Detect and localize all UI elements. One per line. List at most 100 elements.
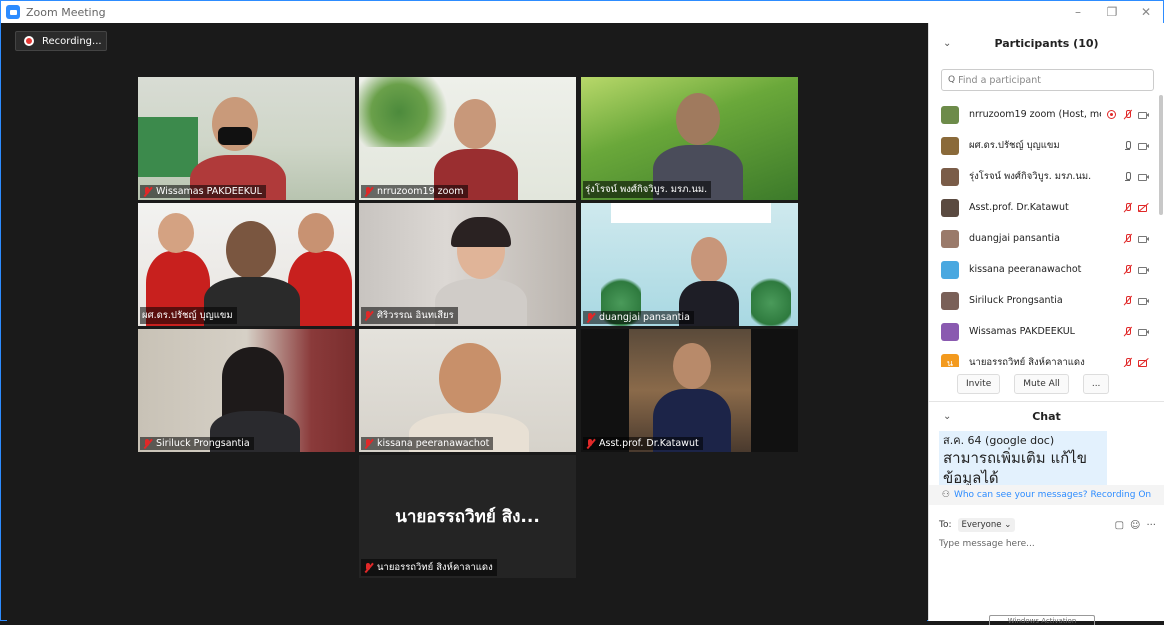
video-tile[interactable]: Asst.prof. Dr.Katawut (581, 329, 798, 452)
tile-name-label: นายอรรถวิทย์ สิงห์คาลาแดง (361, 559, 497, 576)
person-head (439, 343, 501, 413)
people-icon: ⚇ (941, 490, 950, 500)
video-gallery: Recording... Wissamas PAKDEEKUL nrruzoom… (7, 23, 927, 621)
mic-muted-icon[interactable] (1122, 202, 1133, 213)
participant-name: kissana peeranawachot (969, 264, 1082, 275)
person-head (454, 99, 496, 149)
participant-avatar (941, 198, 959, 217)
tile-name-label: Wissamas PAKDEEKUL (140, 185, 266, 198)
mic-muted-icon[interactable] (1122, 295, 1133, 306)
video-tile[interactable]: kissana peeranawachot (359, 329, 576, 452)
file-icon[interactable]: ▢ (1115, 520, 1124, 531)
video-tile[interactable]: รุ่งโรจน์ พงศ์กิจวิบูร. มรภ.นม. (581, 77, 798, 200)
video-tile-active-speaker[interactable]: ผศ.ดร.ปรัชญ์ บุญแขม (138, 203, 355, 326)
who-can-see-link[interactable]: ⚇ Who can see your messages? Recording O… (929, 485, 1164, 505)
video-tile[interactable]: ศิริวรรณ อินทเสียร (359, 203, 576, 326)
camera-icon[interactable] (1138, 233, 1149, 244)
participant-row[interactable]: Wissamas PAKDEEKUL (929, 316, 1153, 347)
emoji-icon[interactable]: ☺ (1130, 520, 1140, 531)
video-tile[interactable]: Wissamas PAKDEEKUL (138, 77, 355, 200)
video-tile[interactable]: nrruzoom19 zoom (359, 77, 576, 200)
mic-icon[interactable] (1122, 140, 1133, 151)
video-feed (138, 77, 355, 200)
camera-icon[interactable] (1138, 264, 1149, 275)
mic-muted-icon (142, 438, 152, 449)
participant-search-input[interactable]: Q Find a participant (941, 69, 1154, 91)
participant-row[interactable]: Asst.prof. Dr.Katawut (929, 192, 1153, 223)
participant-avatar (941, 167, 959, 186)
participant-avatar (941, 260, 959, 279)
mic-muted-icon[interactable] (1122, 264, 1133, 275)
chat-message-input[interactable]: Type message here... (929, 539, 1164, 549)
participant-avatar (941, 105, 959, 124)
face-mask (218, 127, 252, 145)
participants-title: Participants (10) (994, 36, 1099, 50)
tile-name-label: nrruzoom19 zoom (361, 185, 468, 198)
collapse-chat-button[interactable]: ⌄ (943, 411, 951, 422)
participant-name: duangjai pansantia (969, 233, 1060, 244)
to-label: To: (939, 520, 952, 530)
activation-watermark: Windows Activation (989, 615, 1095, 625)
participant-avatar (941, 136, 959, 155)
recording-label: Recording... (42, 35, 102, 47)
camera-icon[interactable] (1138, 140, 1149, 151)
mic-icon[interactable] (1122, 171, 1133, 182)
participant-row[interactable]: duangjai pansantia (929, 223, 1153, 254)
participant-name: รุ่งโรจน์ พงศ์กิจวิบูร. มรภ.นม. (969, 171, 1092, 182)
search-icon: Q (948, 75, 956, 85)
chat-recipient-row: To: Everyone ⌄ ▢ ☺ ··· (929, 511, 1164, 539)
participant-row[interactable]: kissana peeranawachot (929, 254, 1153, 285)
more-icon[interactable]: ··· (1146, 520, 1156, 531)
participant-name: Asst.prof. Dr.Katawut (969, 202, 1069, 213)
participant-list[interactable]: nrruzoom19 zoom (Host, me) ผศ.ดร.ปรัชญ์ บ… (929, 99, 1164, 367)
participant-list-scrollbar[interactable] (1159, 95, 1163, 215)
participants-header: ⌄ Participants (10) (929, 23, 1164, 63)
window-title: Zoom Meeting (26, 5, 106, 19)
camera-off-icon[interactable] (1138, 202, 1149, 213)
camera-icon[interactable] (1138, 109, 1149, 120)
collapse-participants-button[interactable]: ⌄ (943, 38, 951, 49)
recording-icon (24, 36, 34, 46)
mic-muted-icon (585, 312, 595, 323)
poster-background (138, 117, 198, 177)
chat-message-line: สามารถเพิ่มเติม แก้ไข (943, 449, 1088, 467)
participant-row[interactable]: น นายอรรถวิทย์ สิงห์คาลาแดง (929, 347, 1153, 367)
close-button[interactable]: ✕ (1131, 1, 1161, 23)
mic-muted-icon[interactable] (1122, 326, 1133, 337)
hair (451, 217, 511, 247)
camera-icon[interactable] (1138, 326, 1149, 337)
side-panel: ⌄ Participants (10) Q Find a participant… (928, 23, 1164, 625)
invite-button[interactable]: Invite (957, 374, 1001, 394)
participant-display-name: นายอรรถวิทย์ สิง... (395, 507, 540, 527)
title-bar: Zoom Meeting – ❐ ✕ (1, 1, 1163, 23)
mic-muted-icon[interactable] (1122, 357, 1133, 367)
participant-row[interactable]: nrruzoom19 zoom (Host, me) (929, 99, 1153, 130)
mute-all-button[interactable]: Mute All (1014, 374, 1069, 394)
participant-name: นายอรรถวิทย์ สิงห์คาลาแดง (969, 357, 1085, 367)
plants (359, 77, 459, 147)
camera-icon[interactable] (1138, 295, 1149, 306)
participant-row[interactable]: รุ่งโรจน์ พงศ์กิจวิบูร. มรภ.นม. (929, 161, 1153, 192)
video-tile[interactable]: duangjai pansantia (581, 203, 798, 326)
video-tile-no-video[interactable]: นายอรรถวิทย์ สิง... นายอรรถวิทย์ สิงห์คา… (359, 455, 576, 578)
participant-name: Wissamas PAKDEEKUL (969, 326, 1075, 337)
minimize-button[interactable]: – (1063, 1, 1093, 23)
camera-off-icon[interactable] (1138, 357, 1149, 367)
camera-icon[interactable] (1138, 171, 1149, 182)
chat-message-line: ส.ค. 64 (google doc) (943, 434, 1055, 447)
participant-row[interactable]: ผศ.ดร.ปรัชญ์ บุญแขม (929, 130, 1153, 161)
person-head (676, 93, 720, 145)
maximize-button[interactable]: ❐ (1097, 1, 1127, 23)
participant-avatar (941, 291, 959, 310)
video-feed (581, 329, 798, 452)
more-options-button[interactable]: ... (1082, 374, 1110, 394)
chat-title: Chat (1032, 410, 1061, 423)
participant-row[interactable]: Siriluck Prongsantia (929, 285, 1153, 316)
recording-indicator[interactable]: Recording... (15, 31, 107, 51)
mic-muted-icon[interactable] (1122, 109, 1133, 120)
mic-muted-icon[interactable] (1122, 233, 1133, 244)
leaf-decoration (751, 273, 791, 326)
video-feed (138, 329, 355, 452)
video-tile[interactable]: Siriluck Prongsantia (138, 329, 355, 452)
recipient-select[interactable]: Everyone ⌄ (957, 518, 1016, 532)
